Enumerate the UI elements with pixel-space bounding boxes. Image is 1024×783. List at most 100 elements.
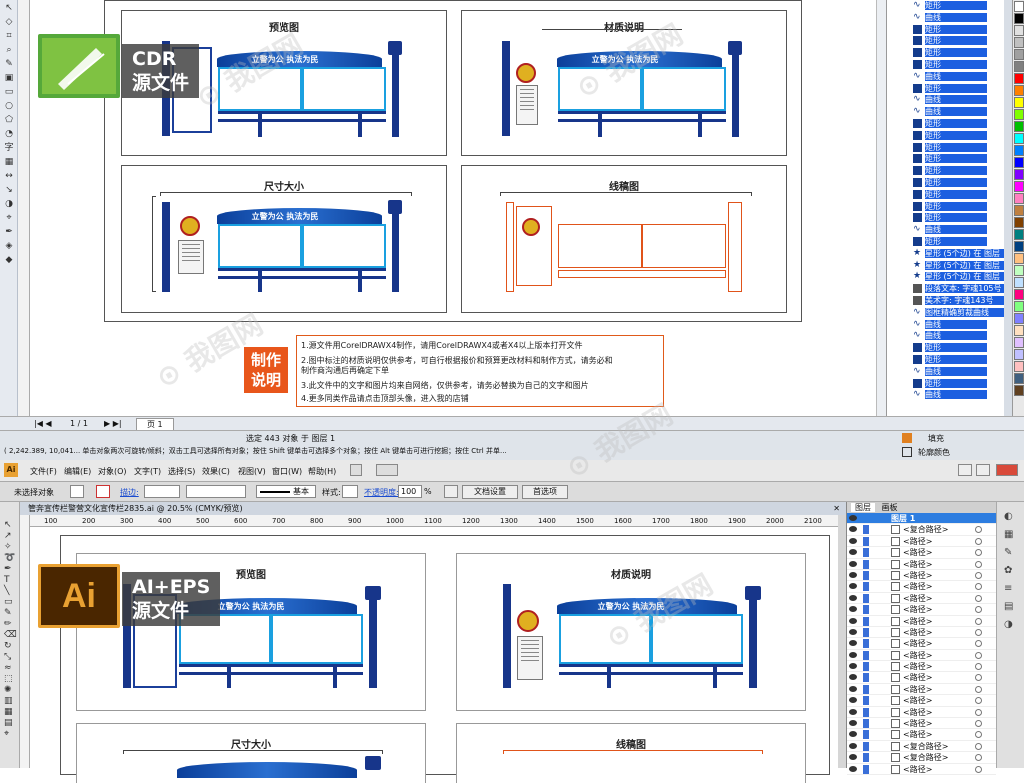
freehand-tool-icon[interactable]: ✎ bbox=[2, 58, 16, 70]
visibility-eye-icon[interactable] bbox=[849, 731, 857, 738]
target-circle-icon[interactable] bbox=[975, 685, 982, 693]
color-swatch[interactable] bbox=[1014, 169, 1024, 180]
color-swatch[interactable] bbox=[1014, 265, 1024, 276]
target-circle-icon[interactable] bbox=[975, 606, 982, 614]
layer-row[interactable]: <路径> bbox=[847, 661, 996, 673]
basic-shapes-icon[interactable]: ◔ bbox=[2, 128, 16, 140]
target-circle-icon[interactable] bbox=[975, 583, 982, 591]
color-swatch[interactable] bbox=[1014, 73, 1024, 84]
layer-row[interactable]: <路径> bbox=[847, 547, 996, 559]
zoom-tool-icon[interactable]: ⌕ bbox=[2, 44, 16, 56]
visibility-eye-icon[interactable] bbox=[849, 663, 857, 670]
target-circle-icon[interactable] bbox=[975, 765, 982, 773]
color-swatch[interactable] bbox=[1014, 49, 1024, 60]
document-setup-button[interactable]: 文档设置 bbox=[462, 485, 518, 499]
symbol-sprayer-icon[interactable]: ✺ bbox=[4, 685, 19, 696]
gradient-tool-icon[interactable]: ▤ bbox=[4, 718, 19, 729]
layer-row[interactable]: <路径> bbox=[847, 684, 996, 696]
interactive-fill-icon[interactable]: ◆ bbox=[2, 254, 16, 266]
color-swatch[interactable] bbox=[1014, 1, 1024, 12]
object-row[interactable]: ∿ 曲线 bbox=[887, 71, 1004, 83]
target-circle-icon[interactable] bbox=[975, 651, 982, 659]
object-row[interactable]: ∿ 曲线 bbox=[887, 319, 1004, 331]
visibility-eye-icon[interactable] bbox=[849, 617, 857, 624]
visibility-eye-icon[interactable] bbox=[849, 628, 857, 635]
object-row[interactable]: 矩形 bbox=[887, 165, 1004, 177]
visibility-eye-icon[interactable] bbox=[849, 515, 857, 521]
visibility-eye-icon[interactable] bbox=[849, 606, 857, 613]
eraser-icon[interactable]: ⌫ bbox=[4, 630, 19, 641]
visibility-eye-icon[interactable] bbox=[849, 685, 857, 692]
visibility-eye-icon[interactable] bbox=[849, 560, 857, 567]
visibility-eye-icon[interactable] bbox=[849, 651, 857, 658]
rectangle-tool-icon[interactable]: ▭ bbox=[2, 86, 16, 98]
nav-last-icon[interactable]: ▶ ▶| bbox=[104, 419, 122, 428]
target-circle-icon[interactable] bbox=[975, 674, 982, 682]
menu-view[interactable]: 视图(V) bbox=[238, 466, 266, 477]
target-circle-icon[interactable] bbox=[975, 560, 982, 568]
lasso-icon[interactable]: ➰ bbox=[4, 553, 19, 564]
target-circle-icon[interactable] bbox=[975, 628, 982, 636]
color-swatch[interactable] bbox=[1014, 217, 1024, 228]
object-row[interactable]: 矩形 bbox=[887, 118, 1004, 130]
pen-tool-icon[interactable]: ✒ bbox=[4, 564, 19, 575]
color-swatch[interactable] bbox=[1014, 157, 1024, 168]
fill-tool-icon[interactable]: ◈ bbox=[2, 240, 16, 252]
visibility-eye-icon[interactable] bbox=[849, 754, 857, 761]
bridge-icon[interactable] bbox=[350, 464, 362, 476]
target-circle-icon[interactable] bbox=[975, 754, 982, 762]
type-tool-icon[interactable]: T bbox=[4, 575, 19, 586]
target-circle-icon[interactable] bbox=[975, 571, 982, 579]
layer-row[interactable]: <路径> bbox=[847, 672, 996, 684]
stroke-swatch-icon[interactable] bbox=[96, 485, 110, 498]
symbols-panel-icon[interactable]: ✿ bbox=[1004, 562, 1017, 580]
color-swatch[interactable] bbox=[1014, 121, 1024, 132]
menu-type[interactable]: 文字(T) bbox=[134, 466, 161, 477]
opacity-label[interactable]: 不透明度: bbox=[364, 487, 399, 498]
object-row[interactable]: 美术字: 字魂143号 bbox=[887, 295, 1004, 307]
dimension-tool-icon[interactable]: ↔ bbox=[2, 170, 16, 182]
layer-row[interactable]: <路径> bbox=[847, 638, 996, 650]
visibility-eye-icon[interactable] bbox=[849, 697, 857, 704]
layer-row[interactable]: <路径> bbox=[847, 718, 996, 730]
rectangle-tool-icon[interactable]: ▭ bbox=[4, 597, 19, 608]
layer-row[interactable]: 图层 1 bbox=[847, 513, 996, 525]
object-row[interactable]: ∿ 曲线 bbox=[887, 106, 1004, 118]
brush-select[interactable]: 基本 bbox=[256, 485, 316, 498]
layer-row[interactable]: <路径> bbox=[847, 570, 996, 582]
table-tool-icon[interactable]: ▦ bbox=[2, 156, 16, 168]
stroke-weight-input[interactable] bbox=[144, 485, 180, 498]
object-row[interactable]: ∿ 曲线 bbox=[887, 12, 1004, 24]
artboard-canvas[interactable]: 预览图 立警为公 执法为民 材质说明 立警为公 执法为民 尺寸大小 线稿图 bbox=[30, 527, 838, 783]
layer-row[interactable]: <复合路径> bbox=[847, 524, 996, 536]
color-swatch[interactable] bbox=[1014, 373, 1024, 384]
polygon-tool-icon[interactable]: ⬠ bbox=[2, 114, 16, 126]
object-row[interactable]: ∿ 曲线 bbox=[887, 389, 1004, 401]
target-circle-icon[interactable] bbox=[975, 697, 982, 705]
ellipse-tool-icon[interactable]: ○ bbox=[2, 100, 16, 112]
object-row[interactable]: 矩形 bbox=[887, 177, 1004, 189]
brushes-panel-icon[interactable]: ✎ bbox=[1004, 544, 1017, 562]
color-swatch[interactable] bbox=[1014, 361, 1024, 372]
stroke-label[interactable]: 描边: bbox=[120, 487, 139, 498]
layer-row[interactable]: <路径> bbox=[847, 536, 996, 548]
target-circle-icon[interactable] bbox=[975, 617, 982, 625]
object-row[interactable]: 矩形 bbox=[887, 201, 1004, 213]
shape-tool-icon[interactable]: ◇ bbox=[2, 16, 16, 28]
visibility-eye-icon[interactable] bbox=[849, 594, 857, 601]
blend-tool-icon[interactable]: ◑ bbox=[2, 198, 16, 210]
visibility-eye-icon[interactable] bbox=[849, 708, 857, 715]
object-row[interactable]: ∿ 图框精确剪裁曲线 bbox=[887, 307, 1004, 319]
layer-row[interactable]: <路径> bbox=[847, 729, 996, 741]
selection-tool-icon[interactable]: ↖ bbox=[4, 520, 19, 531]
menu-help[interactable]: 帮助(H) bbox=[308, 466, 336, 477]
gradient-panel-icon[interactable]: ▤ bbox=[1004, 598, 1017, 616]
object-row[interactable]: ∿ 曲线 bbox=[887, 224, 1004, 236]
crop-tool-icon[interactable]: ⌗ bbox=[2, 30, 16, 42]
outline-pen-icon[interactable]: ✒ bbox=[2, 226, 16, 238]
variable-width-select[interactable] bbox=[186, 485, 246, 498]
color-swatch[interactable] bbox=[1014, 193, 1024, 204]
preferences-button[interactable]: 首选项 bbox=[522, 485, 568, 499]
color-swatch[interactable] bbox=[1014, 337, 1024, 348]
color-swatch[interactable] bbox=[1014, 13, 1024, 24]
